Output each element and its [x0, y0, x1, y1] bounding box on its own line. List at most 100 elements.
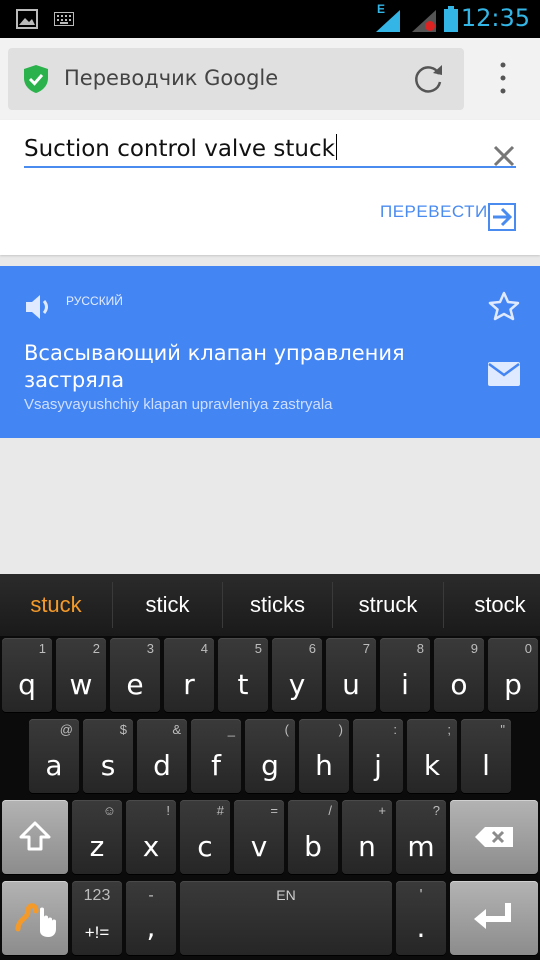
key-alt: 0 — [524, 641, 532, 656]
target-language-label: РУССКИЙ — [66, 294, 123, 308]
signal-icon-2 — [412, 10, 436, 32]
key-o[interactable]: 9o — [434, 638, 484, 712]
key-label: x — [142, 830, 160, 863]
swype-key[interactable] — [2, 881, 68, 955]
page-title: Переводчик Google — [64, 66, 279, 90]
key-label: v — [250, 830, 268, 863]
source-text-input[interactable]: Suction control valve stuck — [24, 134, 337, 162]
text-cursor — [335, 134, 337, 160]
key-label: k — [423, 749, 441, 782]
overflow-menu-icon[interactable] — [496, 60, 510, 98]
suggestion-item[interactable]: sticks — [223, 574, 332, 636]
key-e[interactable]: 3e — [110, 638, 160, 712]
key-label: u — [342, 668, 360, 701]
key-alt: 6 — [308, 641, 316, 656]
key-alt: = — [270, 803, 278, 818]
suggestion-item[interactable]: stock — [444, 574, 540, 636]
speaker-icon[interactable] — [24, 292, 56, 322]
key-d[interactable]: & d — [137, 719, 187, 793]
reload-icon[interactable] — [412, 62, 446, 96]
key-g[interactable]: (g — [245, 719, 295, 793]
key-i[interactable]: 8i — [380, 638, 430, 712]
key-label: d — [153, 749, 171, 782]
shift-arrow-icon — [19, 821, 51, 851]
key-alt: ? — [432, 803, 440, 818]
suggestion-bar: stuck stick sticks struck stock — [0, 574, 540, 636]
shift-key[interactable] — [2, 800, 68, 874]
key-alt: 5 — [254, 641, 262, 656]
key-u[interactable]: 7u — [326, 638, 376, 712]
key-p[interactable]: 0p — [488, 638, 538, 712]
key-label: o — [450, 668, 468, 701]
browser-toolbar: Переводчик Google — [0, 38, 540, 120]
key-alt: ; — [447, 722, 451, 737]
key-alt: ( — [284, 722, 289, 737]
key-l[interactable]: " l — [461, 719, 511, 793]
key-label: q — [18, 668, 36, 701]
key-label: j — [374, 749, 382, 782]
key-alt: + — [378, 803, 386, 818]
image-notification-icon — [16, 9, 38, 29]
key-j[interactable]: :j — [353, 719, 403, 793]
key-t[interactable]: 5t — [218, 638, 268, 712]
key-c[interactable]: # c — [180, 800, 230, 874]
key-k[interactable]: ; k — [407, 719, 457, 793]
key-y[interactable]: 6y — [272, 638, 322, 712]
keyboard-notification-icon — [54, 12, 74, 26]
comma-key[interactable]: - , — [126, 881, 176, 955]
key-label: p — [504, 668, 522, 701]
key-alt: ☺ — [102, 803, 116, 818]
key-label: l — [482, 749, 490, 782]
key-f[interactable]: _ f — [191, 719, 241, 793]
key-w[interactable]: 2w — [56, 638, 106, 712]
symbols-key-bottom: +!= — [84, 923, 110, 942]
symbols-key-top: 123 — [83, 887, 111, 904]
suggestion-item[interactable]: struck — [333, 574, 443, 636]
symbols-key[interactable]: 123 +!= — [72, 881, 122, 955]
key-label: t — [237, 668, 249, 701]
key-label: g — [261, 749, 279, 782]
mail-icon[interactable] — [488, 362, 520, 386]
key-z[interactable]: ☺ z — [72, 800, 122, 874]
address-bar[interactable]: Переводчик Google — [8, 48, 464, 110]
key-m[interactable]: ? m — [396, 800, 446, 874]
star-icon[interactable] — [488, 291, 520, 321]
soft-keyboard: stuck stick sticks struck stock 1q 2w 3e… — [0, 574, 540, 960]
source-text-card: Suction control valve stuck ПЕРЕВЕСТИ — [0, 120, 540, 255]
key-label: i — [401, 668, 409, 701]
key-b[interactable]: / b — [288, 800, 338, 874]
enter-key[interactable] — [450, 881, 538, 955]
key-n[interactable]: + n — [342, 800, 392, 874]
key-x[interactable]: ! x — [126, 800, 176, 874]
key-label: r — [183, 668, 195, 701]
translation-result-card[interactable]: РУССКИЙ Всасывающий клапан управления за… — [0, 266, 540, 438]
shield-check-icon — [24, 65, 48, 93]
period-key[interactable]: ' . — [396, 881, 446, 955]
key-alt: 8 — [416, 641, 424, 656]
key-label: s — [100, 749, 116, 782]
space-key[interactable]: EN — [180, 881, 392, 955]
key-v[interactable]: = v — [234, 800, 284, 874]
clear-icon[interactable] — [492, 144, 516, 168]
key-alt: ) — [338, 722, 343, 737]
clock: 12:35 — [460, 4, 530, 32]
suggestion-item[interactable]: stick — [113, 574, 222, 636]
signal-icon-1 — [376, 10, 400, 32]
input-underline — [24, 166, 516, 168]
key-alt: 3 — [146, 641, 154, 656]
key-s[interactable]: $ s — [83, 719, 133, 793]
key-h[interactable]: ) h — [299, 719, 349, 793]
key-label: h — [315, 749, 333, 782]
key-label: w — [69, 668, 93, 701]
key-label: f — [211, 749, 221, 782]
suggestion-item[interactable]: stuck — [0, 574, 112, 636]
key-label: y — [288, 668, 306, 701]
key-alt: $ — [119, 722, 127, 737]
arrow-right-icon — [488, 203, 516, 231]
key-q[interactable]: 1q — [2, 638, 52, 712]
key-r[interactable]: 4r — [164, 638, 214, 712]
backspace-key[interactable] — [450, 800, 538, 874]
key-alt: : — [393, 722, 397, 737]
key-label: n — [358, 830, 376, 863]
key-a[interactable]: @ a — [29, 719, 79, 793]
